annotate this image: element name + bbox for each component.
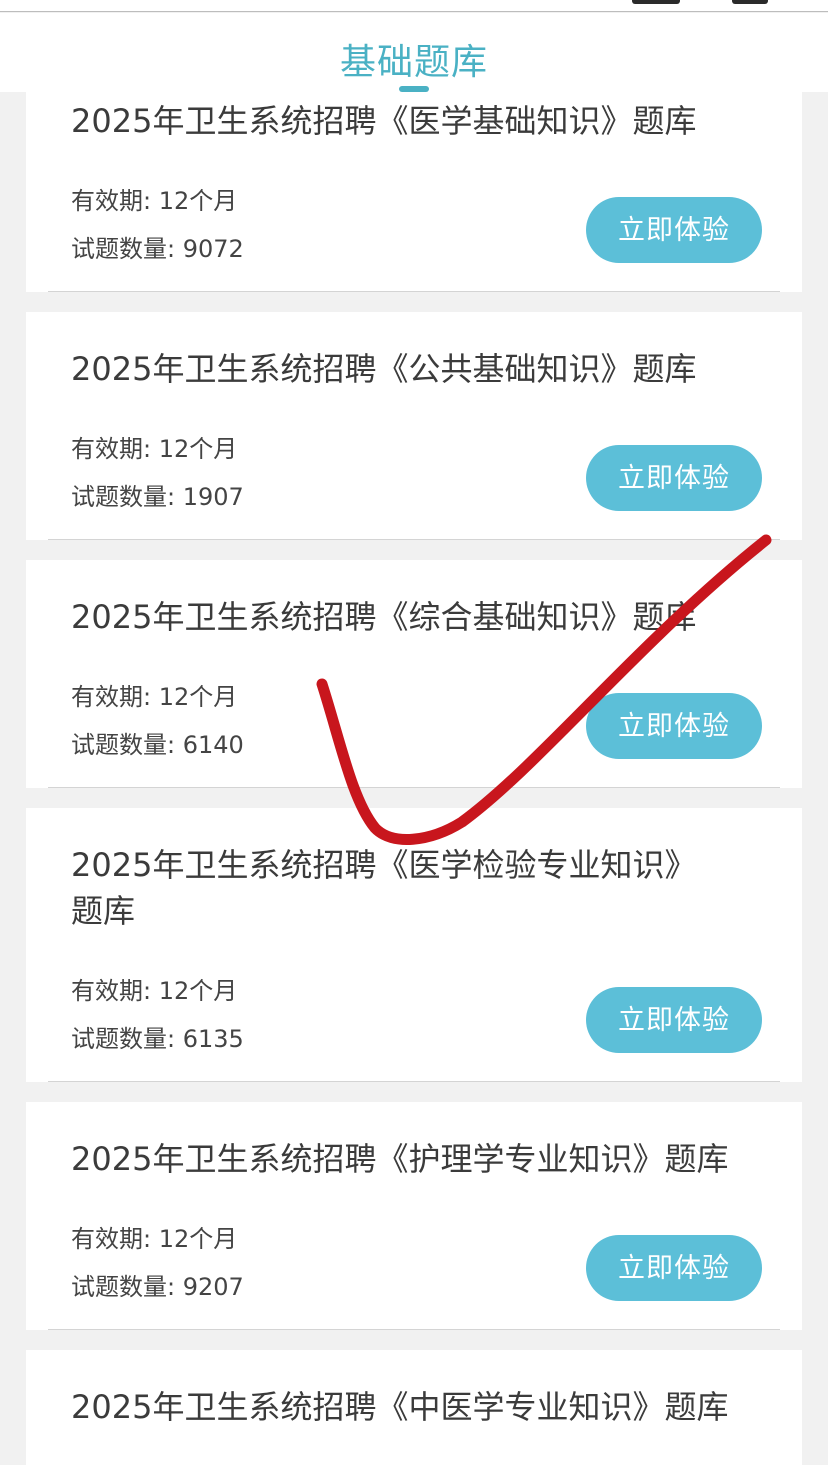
card-divider (48, 539, 780, 540)
validity-row: 有效期: 12个月 (71, 976, 237, 1006)
try-now-button[interactable]: 立即体验 (586, 693, 762, 759)
card-divider (48, 291, 780, 292)
question-count-value: 6140 (182, 731, 244, 759)
question-bank-card: 2025年卫生系统招聘《公共基础知识》题库 有效期: 12个月 试题数量: 19… (26, 312, 802, 540)
question-bank-card: 2025年卫生系统招聘《护理学专业知识》题库 有效期: 12个月 试题数量: 9… (26, 1102, 802, 1330)
question-count-row: 试题数量: 1907 (71, 482, 244, 512)
card-title: 2025年卫生系统招聘《医学检验专业知识》 题库 (71, 842, 762, 934)
validity-label: 有效期: (71, 683, 159, 711)
question-count-row: 试题数量: 9072 (71, 234, 244, 264)
status-bar-strip (0, 0, 828, 12)
card-divider (48, 787, 780, 788)
question-count-row: 试题数量: 6140 (71, 730, 244, 760)
card-title: 2025年卫生系统招聘《护理学专业知识》题库 (71, 1140, 729, 1178)
page: 基础题库 2025年卫生系统招聘《医学基础知识》题库 有效期: 12个月 试题数… (0, 0, 828, 1465)
validity-label: 有效期: (71, 187, 159, 215)
card-title: 2025年卫生系统招聘《医学基础知识》题库 (71, 102, 697, 140)
validity-value: 12个月 (158, 435, 238, 463)
validity-value: 12个月 (158, 977, 238, 1005)
question-count-row: 试题数量: 6135 (71, 1024, 244, 1054)
question-bank-card: 2025年卫生系统招聘《中医学专业知识》题库 (26, 1350, 802, 1465)
question-bank-card: 2025年卫生系统招聘《医学检验专业知识》 题库 有效期: 12个月 试题数量:… (26, 808, 802, 1082)
validity-label: 有效期: (71, 977, 159, 1005)
validity-value: 12个月 (158, 1225, 238, 1253)
question-count-value: 9207 (182, 1273, 244, 1301)
card-title: 2025年卫生系统招聘《中医学专业知识》题库 (71, 1388, 729, 1426)
card-title: 2025年卫生系统招聘《综合基础知识》题库 (71, 598, 697, 636)
question-count-label: 试题数量: (71, 1273, 183, 1301)
question-count-value: 1907 (182, 483, 244, 511)
question-bank-card: 2025年卫生系统招聘《综合基础知识》题库 有效期: 12个月 试题数量: 61… (26, 560, 802, 788)
question-count-label: 试题数量: (71, 483, 183, 511)
question-count-label: 试题数量: (71, 235, 183, 263)
tab-basic-question-bank[interactable]: 基础题库 (0, 33, 828, 85)
question-count-row: 试题数量: 9207 (71, 1272, 244, 1302)
card-title: 2025年卫生系统招聘《公共基础知识》题库 (71, 350, 697, 388)
card-title-line: 题库 (71, 892, 136, 930)
question-count-label: 试题数量: (71, 731, 183, 759)
question-bank-card: 2025年卫生系统招聘《医学基础知识》题库 有效期: 12个月 试题数量: 90… (26, 92, 802, 292)
card-divider (48, 1329, 780, 1330)
try-now-button[interactable]: 立即体验 (586, 197, 762, 263)
header: 基础题库 (0, 13, 828, 92)
validity-value: 12个月 (158, 187, 238, 215)
validity-value: 12个月 (158, 683, 238, 711)
question-count-value: 9072 (182, 235, 244, 263)
validity-row: 有效期: 12个月 (71, 682, 237, 712)
validity-label: 有效期: (71, 1225, 159, 1253)
question-count-label: 试题数量: (71, 1025, 183, 1053)
validity-label: 有效期: (71, 435, 159, 463)
validity-row: 有效期: 12个月 (71, 186, 237, 216)
validity-row: 有效期: 12个月 (71, 434, 237, 464)
try-now-button[interactable]: 立即体验 (586, 445, 762, 511)
card-title-line: 2025年卫生系统招聘《医学检验专业知识》 (71, 846, 697, 884)
card-divider (48, 1081, 780, 1082)
question-count-value: 6135 (182, 1025, 244, 1053)
try-now-button[interactable]: 立即体验 (586, 1235, 762, 1301)
validity-row: 有效期: 12个月 (71, 1224, 237, 1254)
try-now-button[interactable]: 立即体验 (586, 987, 762, 1053)
